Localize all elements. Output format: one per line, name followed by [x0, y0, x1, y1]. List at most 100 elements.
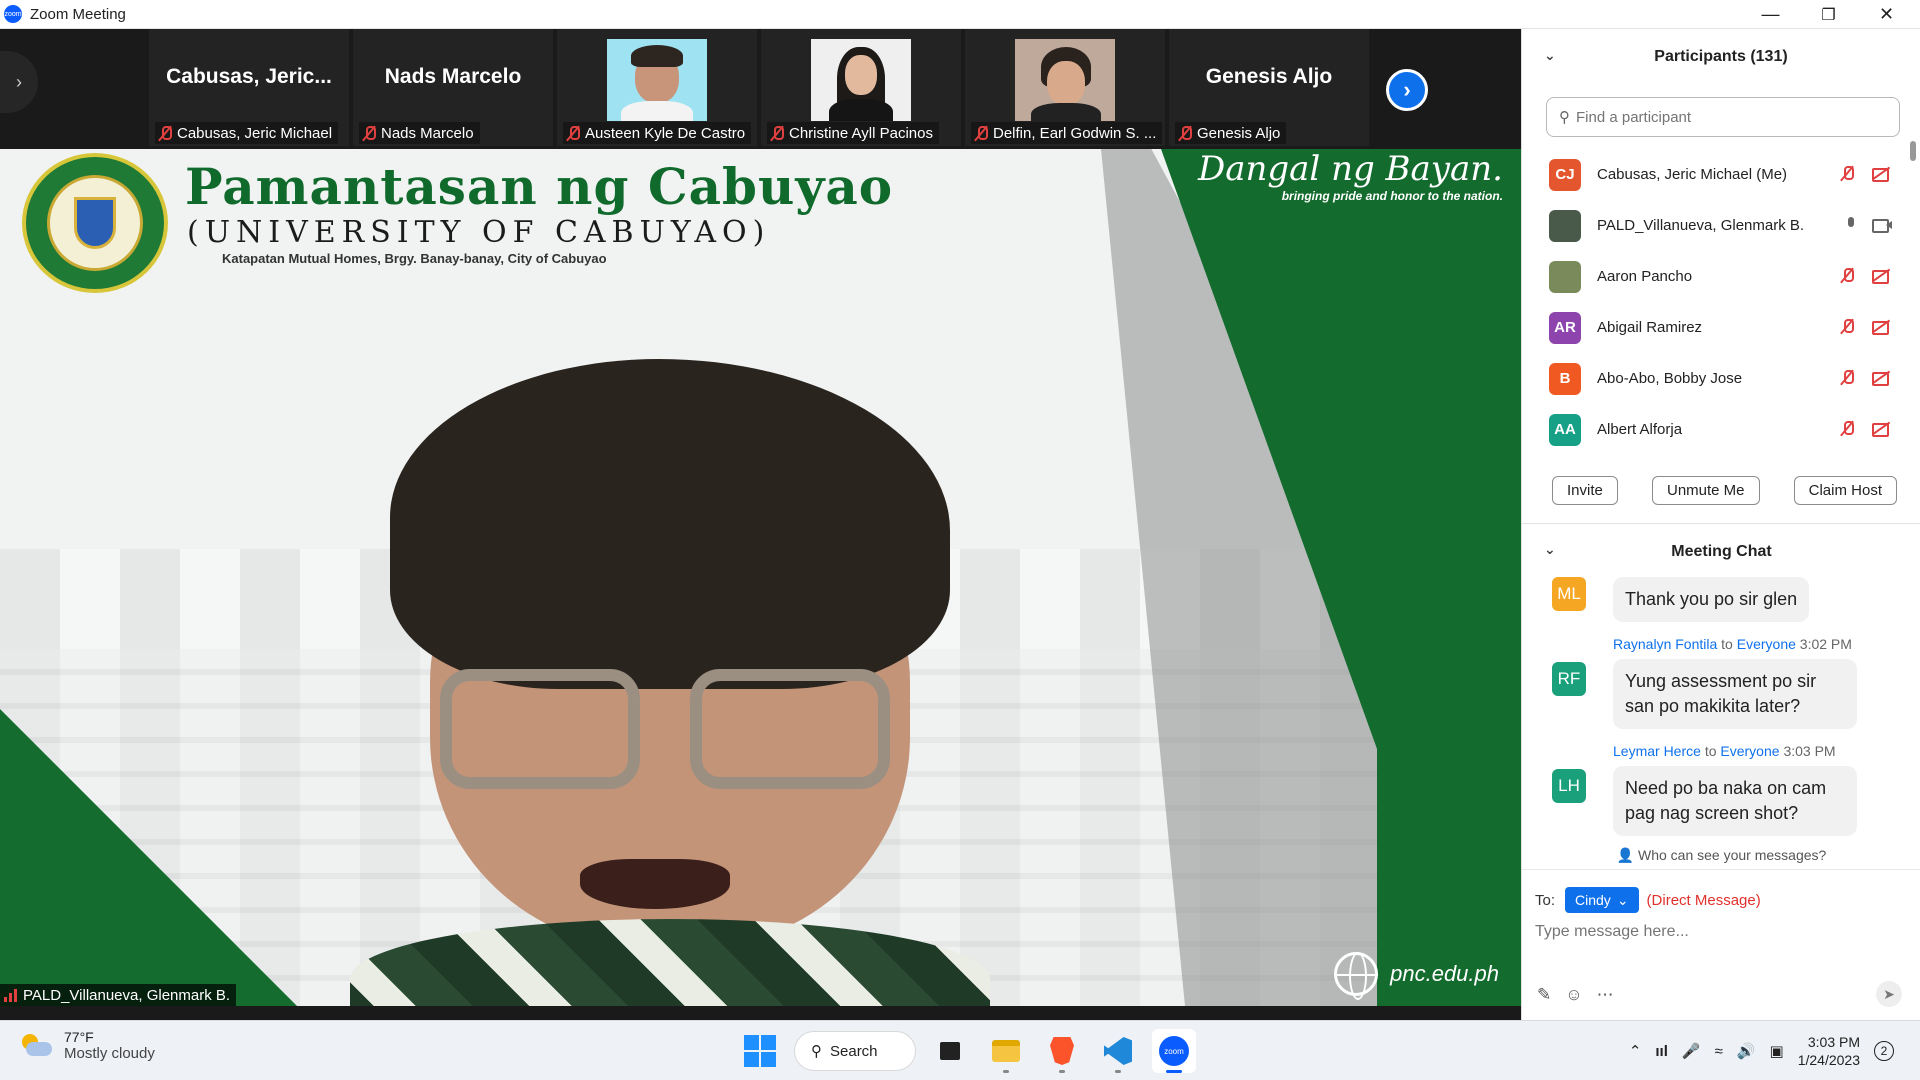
mic-muted-icon	[1839, 165, 1855, 181]
message-sender[interactable]: Raynalyn Fontila	[1613, 636, 1717, 652]
participant-row[interactable]: B Abo-Abo, Bobby Jose	[1522, 353, 1920, 404]
participant-row[interactable]: Aaron Pancho	[1522, 251, 1920, 302]
send-button[interactable]: ➤	[1876, 981, 1902, 1007]
chevron-down-icon[interactable]: ⌄	[1544, 541, 1556, 558]
mic-muted-icon	[769, 125, 785, 141]
tile-display-name: Nads Marcelo	[384, 65, 522, 88]
strip-next-button[interactable]: ›	[1386, 69, 1428, 111]
taskbar-search[interactable]: ⚲ Search	[794, 1031, 916, 1071]
tile-label-text: Christine Ayll Pacinos	[789, 124, 933, 142]
close-button[interactable]: ✕	[1859, 0, 1914, 29]
tile-display-name: Cabusas, Jeric...	[166, 65, 332, 88]
participant-video-thumbnail	[811, 39, 911, 121]
chevron-up-icon[interactable]: ⌃	[1629, 1042, 1642, 1060]
who-can-see-link[interactable]: 👤 Who can see your messages?	[1522, 847, 1920, 864]
participants-list: CJ Cabusas, Jeric Michael (Me) PALD_Vill…	[1522, 149, 1920, 454]
strip-previous-button[interactable]: ›	[0, 51, 38, 113]
participant-tile[interactable]: Delfin, Earl Godwin S. ...	[965, 29, 1165, 146]
chat-header: ⌄ Meeting Chat	[1522, 539, 1920, 565]
participant-strip: › Cabusas, Jeric... Cabusas, Jeric Micha…	[0, 29, 1521, 149]
task-view-icon	[940, 1042, 960, 1060]
message-recipient[interactable]: Everyone	[1737, 636, 1796, 652]
tile-display-name: Genesis Aljo	[1205, 65, 1333, 88]
participant-row[interactable]: AA Albert Alforja	[1522, 404, 1920, 454]
chat-message: Leymar Herce to Everyone 3:03 PM LH Need…	[1522, 743, 1920, 836]
start-button[interactable]	[738, 1029, 782, 1073]
participant-row[interactable]: CJ Cabusas, Jeric Michael (Me)	[1522, 149, 1920, 200]
recipient-dropdown[interactable]: Cindy ⌄	[1565, 887, 1639, 913]
message-sender[interactable]: Leymar Herce	[1613, 743, 1701, 759]
message-to-word: to	[1704, 743, 1717, 759]
weather-widget[interactable]: 77°F Mostly cloudy	[18, 1029, 155, 1062]
battery-icon[interactable]: ▣	[1770, 1042, 1784, 1060]
mic-muted-icon	[1839, 267, 1855, 283]
tile-name-label: Cabusas, Jeric Michael	[155, 122, 339, 144]
video-off-icon	[1871, 420, 1893, 437]
claim-host-button[interactable]: Claim Host	[1793, 476, 1897, 505]
speaker-name-text: PALD_Villanueva, Glenmark B.	[23, 986, 231, 1004]
chat-message: ML Thank you po sir glen	[1522, 577, 1920, 622]
message-recipient[interactable]: Everyone	[1720, 743, 1779, 759]
website-text: pnc.edu.ph	[1390, 961, 1499, 986]
video-off-icon	[1871, 165, 1893, 182]
clock[interactable]: 3:03 PM 1/24/2023	[1798, 1033, 1860, 1069]
brave-browser-button[interactable]	[1040, 1029, 1084, 1073]
restore-button[interactable]: ❐	[1801, 0, 1856, 29]
send-icon: ➤	[1883, 985, 1895, 1002]
participant-row[interactable]: AR Abigail Ramirez	[1522, 302, 1920, 353]
avatar: AA	[1549, 413, 1581, 446]
search-icon: ⚲	[811, 1043, 822, 1060]
message-text: Need po ba naka on cam pag nag screen sh…	[1613, 766, 1857, 836]
more-icon[interactable]: ⋯	[1597, 985, 1614, 1005]
wifi-icon[interactable]: ≈	[1715, 1043, 1723, 1060]
participant-tile[interactable]: Genesis Aljo Genesis Aljo	[1169, 29, 1369, 146]
chat-recipient-row: To: Cindy ⌄ (Direct Message)	[1535, 887, 1761, 913]
person-lock-icon: 👤	[1616, 847, 1635, 863]
system-tray: ⌃ ııl 🎤 ≈ 🔊 ▣ 3:03 PM 1/24/2023 2	[1629, 1029, 1894, 1073]
invite-button[interactable]: Invite	[1552, 476, 1618, 505]
chat-message-input[interactable]	[1535, 923, 1905, 993]
message-meta: Raynalyn Fontila to Everyone 3:02 PM	[1613, 636, 1920, 652]
format-text-icon[interactable]: ✎	[1537, 985, 1551, 1005]
mic-muted-icon	[1839, 369, 1855, 385]
zoom-taskbar-button[interactable]: zoom	[1152, 1029, 1196, 1073]
participant-tile[interactable]: Cabusas, Jeric... Cabusas, Jeric Michael	[149, 29, 349, 146]
find-participant-input[interactable]	[1576, 108, 1886, 126]
audio-meter-icon[interactable]: ııl	[1655, 1043, 1668, 1060]
speaker-name-label: PALD_Villanueva, Glenmark B.	[0, 984, 237, 1006]
chat-toolbar: ✎ ☺ ⋯	[1537, 985, 1614, 1005]
message-meta: Leymar Herce to Everyone 3:03 PM	[1613, 743, 1920, 759]
recipient-name: Cindy	[1575, 892, 1611, 908]
participant-tile[interactable]: Nads Marcelo Nads Marcelo	[353, 29, 553, 146]
participant-tile[interactable]: Austeen Kyle De Castro	[557, 29, 757, 146]
tile-label-text: Austeen Kyle De Castro	[585, 124, 746, 142]
chevron-down-icon[interactable]: ⌄	[1544, 47, 1556, 64]
motto: Dangal ng Bayan. bringing pride and hono…	[1198, 149, 1503, 203]
section-divider	[1522, 869, 1920, 870]
video-off-icon	[1871, 318, 1893, 335]
minimize-button[interactable]: —	[1743, 0, 1798, 29]
windows-logo-icon	[744, 1035, 776, 1067]
file-explorer-button[interactable]	[984, 1029, 1028, 1073]
find-participant-field[interactable]: ⚲	[1546, 97, 1900, 137]
tile-name-label: Austeen Kyle De Castro	[563, 122, 752, 144]
task-view-button[interactable]	[928, 1029, 972, 1073]
mic-muted-icon	[157, 125, 173, 141]
taskbar: 77°F Mostly cloudy ⚲ Search zoom ⌃ ııl 🎤…	[0, 1020, 1920, 1080]
window-title: Zoom Meeting	[30, 5, 126, 23]
volume-icon[interactable]: 🔊	[1737, 1042, 1756, 1060]
participant-tile[interactable]: Christine Ayll Pacinos	[761, 29, 961, 146]
emoji-icon[interactable]: ☺	[1565, 985, 1582, 1005]
avatar	[1549, 260, 1581, 293]
participant-video-thumbnail	[1015, 39, 1115, 121]
participants-scrollbar[interactable]	[1910, 141, 1916, 441]
participant-row[interactable]: PALD_Villanueva, Glenmark B.	[1522, 200, 1920, 251]
unmute-me-button[interactable]: Unmute Me	[1651, 476, 1760, 505]
weather-temperature: 77°F	[64, 1029, 94, 1045]
mic-icon	[1843, 216, 1859, 232]
message-text: Yung assessment po sir san po makikita l…	[1613, 659, 1857, 729]
vscode-button[interactable]	[1096, 1029, 1140, 1073]
notification-badge[interactable]: 2	[1874, 1041, 1894, 1061]
tile-label-text: Genesis Aljo	[1197, 124, 1281, 142]
microphone-icon[interactable]: 🎤	[1682, 1042, 1701, 1060]
